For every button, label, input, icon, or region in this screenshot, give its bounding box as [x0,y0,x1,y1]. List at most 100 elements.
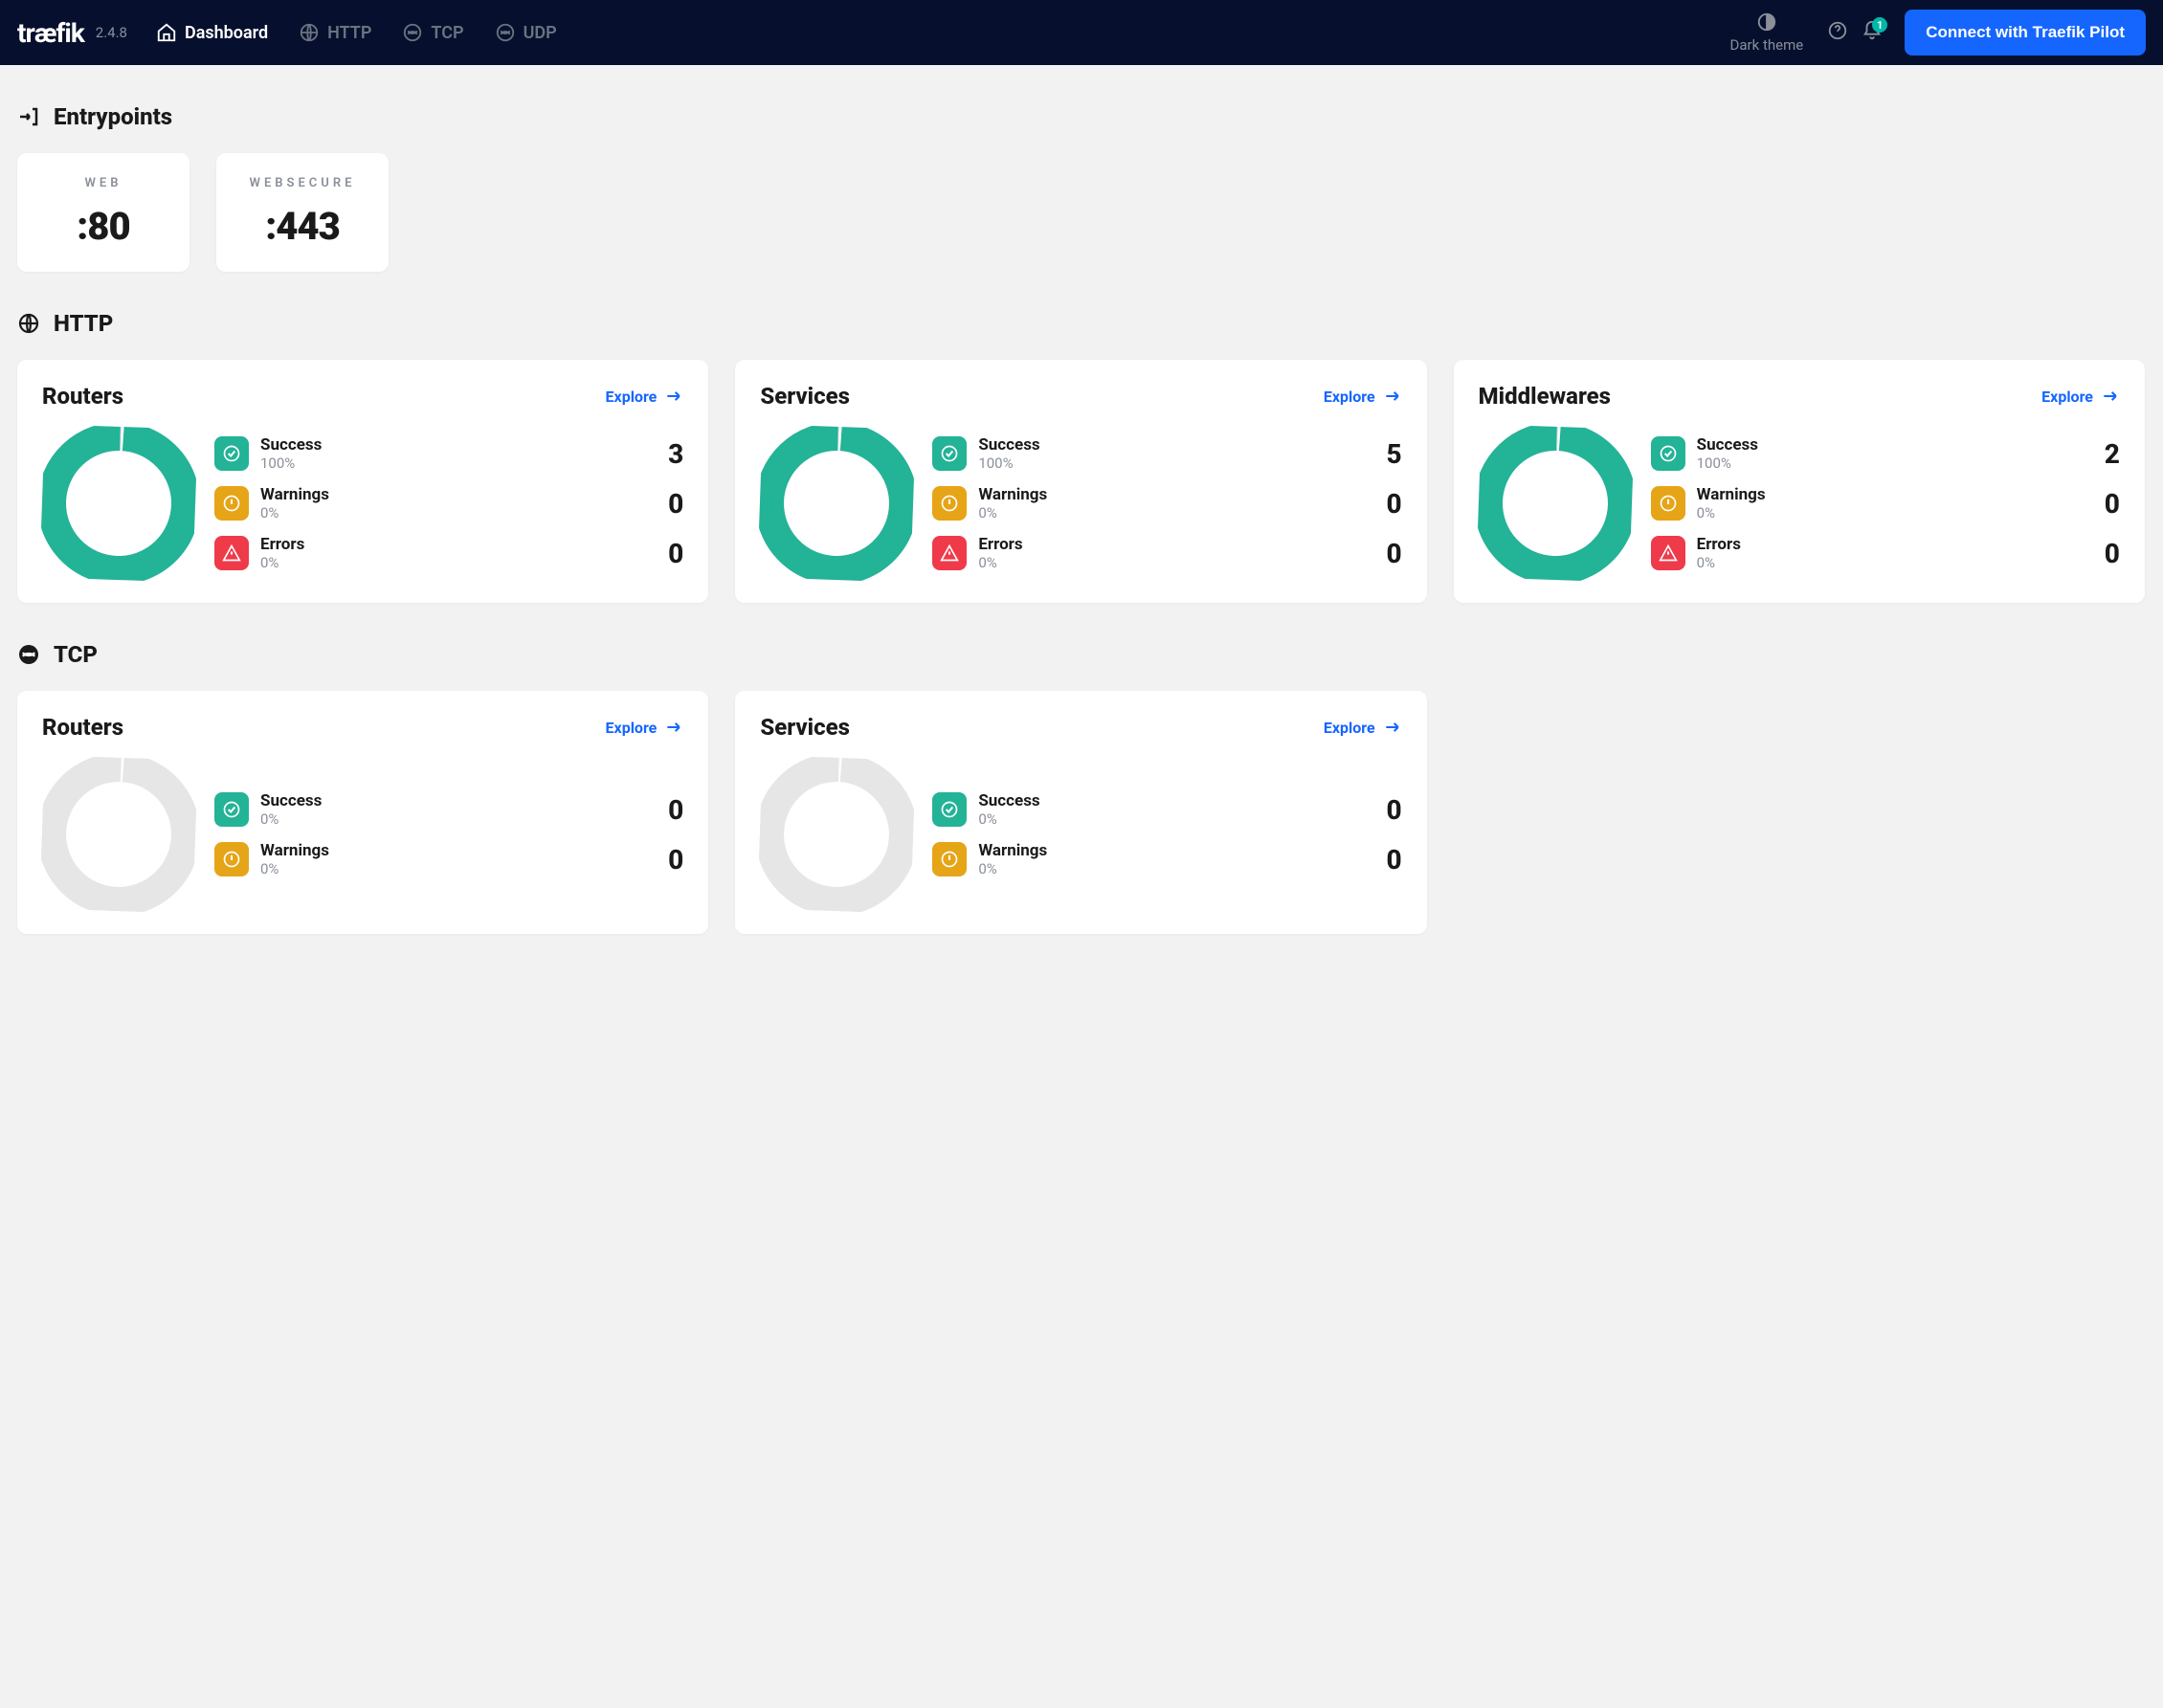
stat-row-warnings: Warnings0% 0 [214,485,683,521]
error-icon [932,536,967,570]
stat-row-success: Success100% 3 [214,435,683,472]
home-icon [156,22,177,43]
card-title: Services [760,714,850,741]
entrypoint-port: :80 [46,204,161,249]
card-title: Routers [42,383,123,410]
arrow-right-icon [1383,387,1402,406]
donut-chart [42,758,195,911]
tcp-services-card: Services Explore Success0% 0 [735,691,1426,934]
errors-count: 0 [657,538,683,569]
entrypoint-card-websecure[interactable]: WEBSECURE :443 [216,153,389,272]
explore-link[interactable]: Explore [1324,387,1402,406]
check-circle-icon [214,792,249,827]
warnings-count: 0 [657,488,683,520]
tcp-cards: Routers Explore Success0% 0 [17,691,2146,934]
success-count: 0 [657,794,683,826]
donut-chart [760,758,913,911]
explore-label: Explore [606,719,658,737]
help-button[interactable] [1820,15,1855,50]
stat-row-errors: Errors0% 0 [1651,535,2120,571]
stat-row-success: Success0% 0 [214,791,683,828]
stat-row-success: Success0% 0 [932,791,1401,828]
nav-udp-label: UDP [524,23,557,43]
explore-link[interactable]: Explore [2041,387,2120,406]
donut-chart [42,427,195,580]
warnings-pct: 0% [978,860,1363,877]
globe-icon [299,22,320,43]
nav-dashboard-label: Dashboard [185,23,268,43]
entrypoint-name: WEBSECURE [245,176,360,190]
http-routers-card: Routers Explore Success100% 3 [17,360,708,603]
nav-tcp[interactable]: TCP [402,22,463,43]
explore-label: Explore [606,388,658,406]
theme-label: Dark theme [1730,36,1804,54]
check-circle-icon [932,792,967,827]
section-http-header: HTTP [17,310,2146,337]
tcp-icon [402,22,423,43]
warnings-label: Warnings [260,841,645,860]
entrypoint-card-web[interactable]: WEB :80 [17,153,190,272]
nav-http[interactable]: HTTP [299,22,371,43]
stat-row-warnings: Warnings0% 0 [932,841,1401,877]
stat-row-warnings: Warnings0% 0 [1651,485,2120,521]
warnings-count: 0 [2093,488,2120,520]
stat-row-errors: Errors0% 0 [214,535,683,571]
contrast-icon [1756,11,1777,36]
explore-label: Explore [2041,388,2093,406]
topbar: træfik 2.4.8 Dashboard HTTP TCP UDP [0,0,2163,65]
success-label: Success [978,435,1363,455]
entrypoints-icon [17,105,40,128]
card-title: Services [760,383,850,410]
section-entrypoints-header: Entrypoints [17,103,2146,130]
warnings-count: 0 [1375,488,1402,520]
errors-pct: 0% [1697,554,2082,571]
tcp-routers-card: Routers Explore Success0% 0 [17,691,708,934]
warnings-pct: 0% [260,504,645,521]
nav-dashboard[interactable]: Dashboard [156,22,268,43]
explore-link[interactable]: Explore [606,387,684,406]
donut-chart [760,427,913,580]
errors-count: 0 [2093,538,2120,569]
warnings-count: 0 [1375,844,1402,876]
warnings-pct: 0% [1697,504,2082,521]
donut-chart [1479,427,1632,580]
errors-label: Errors [1697,535,2082,554]
stat-row-errors: Errors0% 0 [932,535,1401,571]
errors-count: 0 [1375,538,1402,569]
entrypoints-list: WEB :80 WEBSECURE :443 [17,153,2146,272]
warnings-label: Warnings [978,485,1363,504]
nav-http-label: HTTP [327,23,371,43]
warnings-pct: 0% [260,860,645,877]
success-label: Success [260,791,645,810]
warnings-label: Warnings [260,485,645,504]
nav-udp[interactable]: UDP [495,22,557,43]
explore-link[interactable]: Explore [1324,718,1402,737]
help-icon [1827,20,1848,45]
connect-pilot-button[interactable]: Connect with Traefik Pilot [1905,10,2146,55]
warnings-count: 0 [657,844,683,876]
theme-toggle[interactable]: Dark theme [1730,11,1804,54]
warnings-label: Warnings [1697,485,2082,504]
section-tcp-header: TCP [17,641,2146,668]
section-entrypoints-title: Entrypoints [54,103,172,130]
success-pct: 0% [260,810,645,828]
arrow-right-icon [2101,387,2120,406]
errors-pct: 0% [978,554,1363,571]
content: Entrypoints WEB :80 WEBSECURE :443 HTTP … [0,65,2163,961]
arrow-right-icon [664,387,683,406]
notifications-button[interactable]: 1 [1855,15,1889,50]
success-label: Success [260,435,645,455]
http-middlewares-card: Middlewares Explore Success100% 2 [1454,360,2145,603]
explore-link[interactable]: Explore [606,718,684,737]
stat-row-warnings: Warnings0% 0 [214,841,683,877]
error-icon [1651,536,1685,570]
success-count: 0 [1375,794,1402,826]
warning-icon [932,842,967,876]
warnings-label: Warnings [978,841,1363,860]
warning-icon [214,486,249,521]
entrypoint-port: :443 [245,204,360,249]
explore-label: Explore [1324,388,1375,406]
tcp-icon [17,643,40,666]
success-pct: 0% [978,810,1363,828]
globe-icon [17,312,40,335]
